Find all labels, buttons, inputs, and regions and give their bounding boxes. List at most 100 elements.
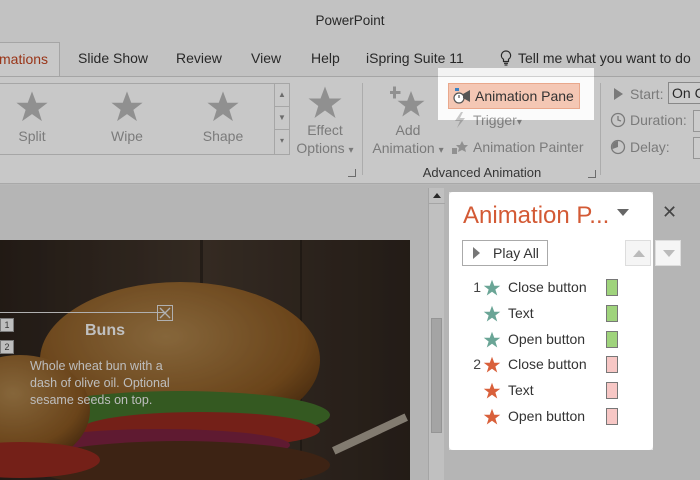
tell-me-label: Tell me what you want to do xyxy=(518,50,691,66)
animation-order-number: 2 xyxy=(473,356,481,373)
start-select[interactable]: On C xyxy=(668,82,700,104)
animation-order-number: 1 xyxy=(473,279,481,295)
timeline-bar[interactable] xyxy=(606,356,618,374)
lightbulb-icon xyxy=(500,50,512,66)
gallery-item-shape[interactable]: Shape xyxy=(191,86,255,144)
gallery-scrollbar[interactable]: ▲ ▼ ▾ xyxy=(274,84,289,154)
animation-list-item[interactable]: 2 Close button xyxy=(449,353,653,377)
effect-options-button[interactable]: Effect Options ▾ xyxy=(294,83,356,160)
card-text[interactable]: Whole wheat bun with a dash of olive oil… xyxy=(30,358,190,409)
duration-input[interactable] xyxy=(693,110,700,132)
delay-input[interactable] xyxy=(693,137,700,159)
arrow-up-icon xyxy=(433,193,441,198)
close-pane-icon[interactable]: ✕ xyxy=(662,202,677,223)
pane-menu-icon[interactable] xyxy=(617,209,629,216)
move-up-button[interactable] xyxy=(625,240,651,266)
dialog-launcher-icon[interactable] xyxy=(588,170,596,178)
entrance-star-icon xyxy=(483,279,501,296)
start-label: Start: xyxy=(630,86,664,102)
advanced-animation-group-label: Advanced Animation xyxy=(422,165,542,180)
selection-border xyxy=(0,312,165,313)
animation-item-label: Close button xyxy=(508,356,587,373)
animation-pane-button[interactable]: Animation Pane xyxy=(448,83,580,109)
card-title[interactable]: Buns xyxy=(40,322,170,340)
animation-list-item[interactable]: Text xyxy=(449,302,653,326)
star-icon xyxy=(16,91,48,122)
gallery-label: Split xyxy=(18,128,46,144)
animation-pane-icon xyxy=(453,88,470,104)
effect-options-line2: Options xyxy=(296,140,345,156)
animation-painter-icon xyxy=(452,141,468,154)
duration-label: Duration: xyxy=(630,112,687,128)
entrance-star-icon xyxy=(483,305,501,322)
delay-label: Delay: xyxy=(630,139,670,155)
tab-ispring-suite[interactable]: iSpring Suite 11 xyxy=(362,42,468,76)
star-icon xyxy=(308,86,342,118)
scrollbar-thumb[interactable] xyxy=(431,318,442,433)
gallery-down-icon[interactable]: ▼ xyxy=(275,107,289,130)
timeline-bar[interactable] xyxy=(606,382,618,400)
animation-list-item[interactable]: Open button xyxy=(449,405,653,429)
gallery-item-wipe[interactable]: Wipe xyxy=(95,86,159,144)
animation-tag[interactable]: 1 xyxy=(0,318,14,332)
scroll-up-icon[interactable] xyxy=(429,188,445,204)
gallery-up-icon[interactable]: ▲ xyxy=(275,84,289,107)
animation-list-item[interactable]: Open button xyxy=(449,328,653,352)
tab-animations[interactable]: mations xyxy=(0,42,60,77)
animation-gallery: Split Wipe Shape ▲ ▼ ▾ xyxy=(0,83,290,155)
gallery-more-icon[interactable]: ▾ xyxy=(275,130,289,153)
chevron-down-icon: ▾ xyxy=(348,145,354,156)
trigger-label: Trigger xyxy=(473,112,517,128)
add-animation-button[interactable]: Add Animation ▾ xyxy=(368,83,448,160)
animation-tag[interactable]: 2 xyxy=(0,340,14,354)
move-down-button[interactable] xyxy=(655,240,681,266)
gallery-label: Wipe xyxy=(111,128,143,144)
tell-me-search[interactable]: Tell me what you want to do xyxy=(500,42,691,76)
trigger-button[interactable]: Trigger▾ xyxy=(452,112,522,128)
chevron-down-icon: ▾ xyxy=(438,145,444,156)
tab-view[interactable]: View xyxy=(247,42,285,76)
animation-list-item[interactable]: 1 Close button xyxy=(449,276,653,300)
exit-star-icon xyxy=(483,357,501,373)
dialog-launcher-icon[interactable] xyxy=(348,169,356,177)
group-separator xyxy=(362,83,363,175)
ribbon-tabs: mations Slide Show Review View Help iSpr… xyxy=(0,42,700,77)
entrance-star-icon xyxy=(483,331,501,348)
gallery-item-split[interactable]: Split xyxy=(0,86,64,144)
play-all-button[interactable]: Play All xyxy=(462,240,548,266)
lightning-icon xyxy=(455,112,465,128)
close-icon xyxy=(159,307,171,319)
animation-item-label: Text xyxy=(508,382,534,399)
animation-painter-label: Animation Painter xyxy=(473,139,584,155)
vertical-scrollbar[interactable] xyxy=(428,188,445,480)
timeline-bar[interactable] xyxy=(606,330,618,348)
title-bar: PowerPoint xyxy=(0,0,700,42)
pane-title: Animation P... xyxy=(463,202,610,229)
timeline-bar[interactable] xyxy=(606,408,618,425)
play-icon xyxy=(614,88,623,100)
delay-clock-icon xyxy=(610,139,626,155)
tab-slide-show[interactable]: Slide Show xyxy=(74,42,152,76)
animation-item-label: Open button xyxy=(508,330,586,347)
animation-item-label: Close button xyxy=(508,279,587,295)
tab-review[interactable]: Review xyxy=(172,42,226,76)
timing-delay-row: Delay: xyxy=(610,139,670,155)
animation-pane-label: Animation Pane xyxy=(475,88,574,104)
tab-help[interactable]: Help xyxy=(307,42,344,76)
close-button-shape[interactable] xyxy=(157,305,173,321)
gallery-label: Shape xyxy=(202,128,244,144)
timeline-bar[interactable] xyxy=(606,279,618,296)
exit-star-icon xyxy=(483,408,501,425)
animation-item-label: Text xyxy=(508,304,534,321)
add-animation-line2: Animation xyxy=(372,140,435,156)
animation-list-item[interactable]: Text xyxy=(449,379,653,403)
animation-painter-button[interactable]: Animation Painter xyxy=(452,139,584,155)
clock-icon xyxy=(610,112,626,128)
star-icon xyxy=(207,91,239,122)
add-animation-line1: Add xyxy=(395,122,421,138)
timing-start-row: Start: xyxy=(610,86,663,102)
timing-duration-row: Duration: xyxy=(610,112,687,128)
timeline-bar[interactable] xyxy=(606,304,618,322)
group-separator xyxy=(600,83,601,175)
animation-pane: Animation P... Play All 1 Close button Tex… xyxy=(449,192,653,450)
